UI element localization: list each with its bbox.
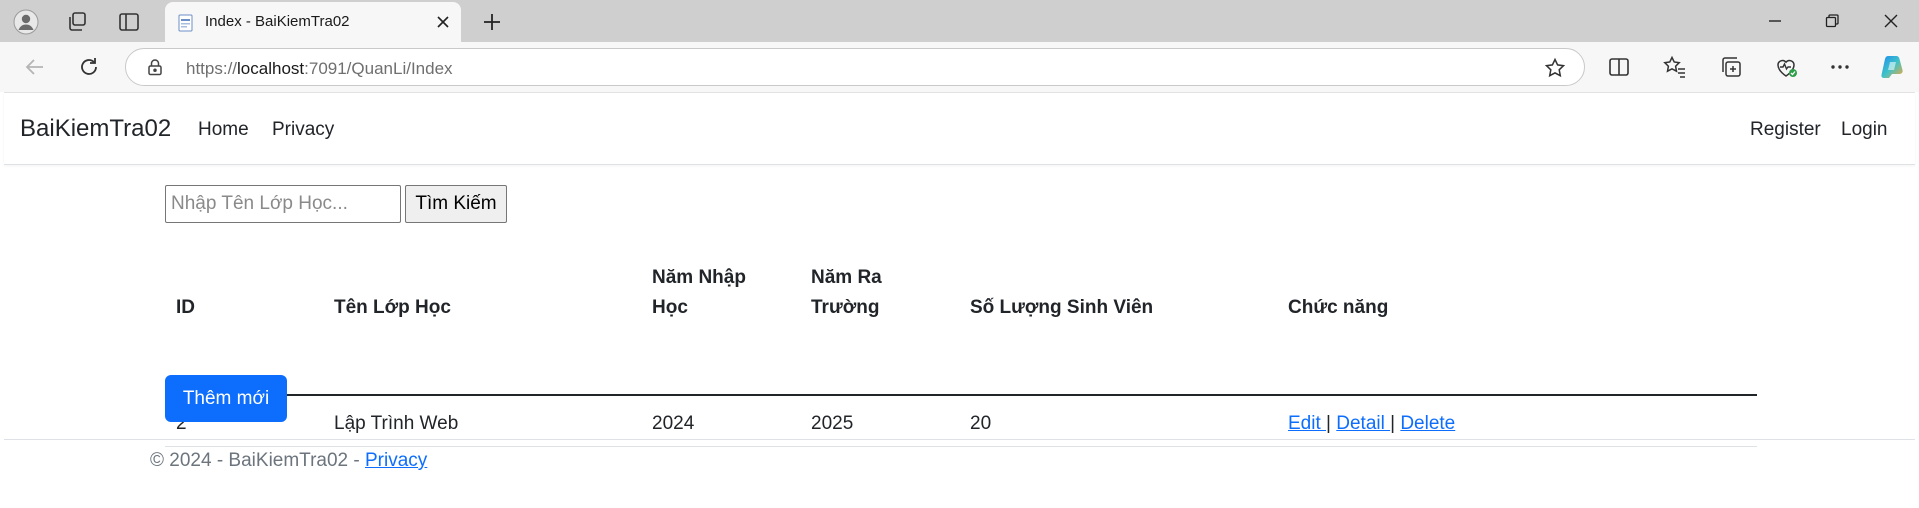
cell-actions: Edit | Detail | Delete	[1288, 409, 1455, 439]
browser-toolbar: https://localhost:7091/QuanLi/Index	[0, 42, 1919, 92]
edit-link[interactable]: Edit	[1288, 413, 1326, 434]
separator: |	[1390, 413, 1396, 434]
copilot-icon[interactable]	[1879, 53, 1907, 81]
tab-actions-icon[interactable]	[115, 8, 143, 36]
site-navbar: BaiKiemTra02 Home Privacy Register Login	[4, 93, 1915, 165]
header-id: ID	[176, 297, 195, 318]
workspaces-icon[interactable]	[63, 8, 91, 36]
profile-icon[interactable]	[12, 8, 40, 36]
address-url[interactable]: https://localhost:7091/QuanLi/Index	[186, 59, 453, 79]
close-window-icon[interactable]	[1868, 6, 1914, 36]
cell-end-year: 2025	[811, 413, 854, 434]
search-input[interactable]	[165, 185, 401, 223]
separator: |	[1326, 413, 1331, 434]
add-new-button[interactable]: Thêm mới	[165, 375, 287, 422]
site-footer: © 2024 - BaiKiemTra02 - Privacy	[4, 439, 1915, 508]
footer-text: © 2024 - BaiKiemTra02 - Privacy	[150, 450, 428, 471]
new-tab-icon[interactable]	[478, 8, 506, 36]
close-tab-icon[interactable]	[433, 12, 453, 32]
nav-link-home[interactable]: Home	[198, 119, 249, 141]
cell-start-year: 2024	[652, 413, 695, 434]
browser-essentials-icon[interactable]	[1772, 53, 1800, 81]
nav-link-privacy[interactable]: Privacy	[272, 119, 334, 141]
address-bar[interactable]: https://localhost:7091/QuanLi/Index	[125, 48, 1585, 86]
split-screen-icon[interactable]	[1605, 53, 1633, 81]
refresh-icon[interactable]	[74, 52, 104, 82]
favorites-icon[interactable]	[1661, 53, 1689, 81]
browser-tab-bar: Index - BaiKiemTra02	[0, 0, 1919, 42]
back-icon[interactable]	[20, 52, 50, 82]
more-icon[interactable]	[1826, 53, 1854, 81]
nav-link-register[interactable]: Register	[1750, 119, 1821, 141]
tab-title: Index - BaiKiemTra02	[205, 13, 350, 30]
header-start-year: Năm Nhập Học	[652, 267, 746, 318]
restore-icon[interactable]	[1809, 6, 1855, 36]
collections-icon[interactable]	[1717, 53, 1745, 81]
footer-privacy-link[interactable]: Privacy	[365, 450, 427, 471]
favicon-icon	[177, 14, 195, 32]
delete-link[interactable]: Delete	[1400, 413, 1455, 434]
nav-link-login[interactable]: Login	[1841, 119, 1888, 141]
favorite-star-icon[interactable]	[1544, 57, 1566, 79]
cell-student-count: 20	[970, 413, 992, 434]
header-student-count: Số Lượng Sinh Viên	[970, 297, 1154, 318]
detail-link[interactable]: Detail	[1336, 413, 1390, 434]
cell-name: Lập Trình Web	[334, 413, 459, 434]
active-tab[interactable]: Index - BaiKiemTra02	[165, 2, 461, 42]
lock-icon[interactable]	[146, 58, 164, 76]
minimize-icon[interactable]	[1752, 6, 1798, 36]
header-divider	[165, 394, 1757, 396]
header-name: Tên Lớp Học	[334, 297, 451, 318]
header-actions: Chức năng	[1288, 297, 1389, 318]
brand-link[interactable]: BaiKiemTra02	[20, 115, 171, 143]
header-end-year: Năm Ra Trường	[811, 267, 882, 318]
search-button[interactable]: Tìm Kiếm	[405, 185, 507, 223]
page: BaiKiemTra02 Home Privacy Register Login…	[4, 92, 1915, 508]
